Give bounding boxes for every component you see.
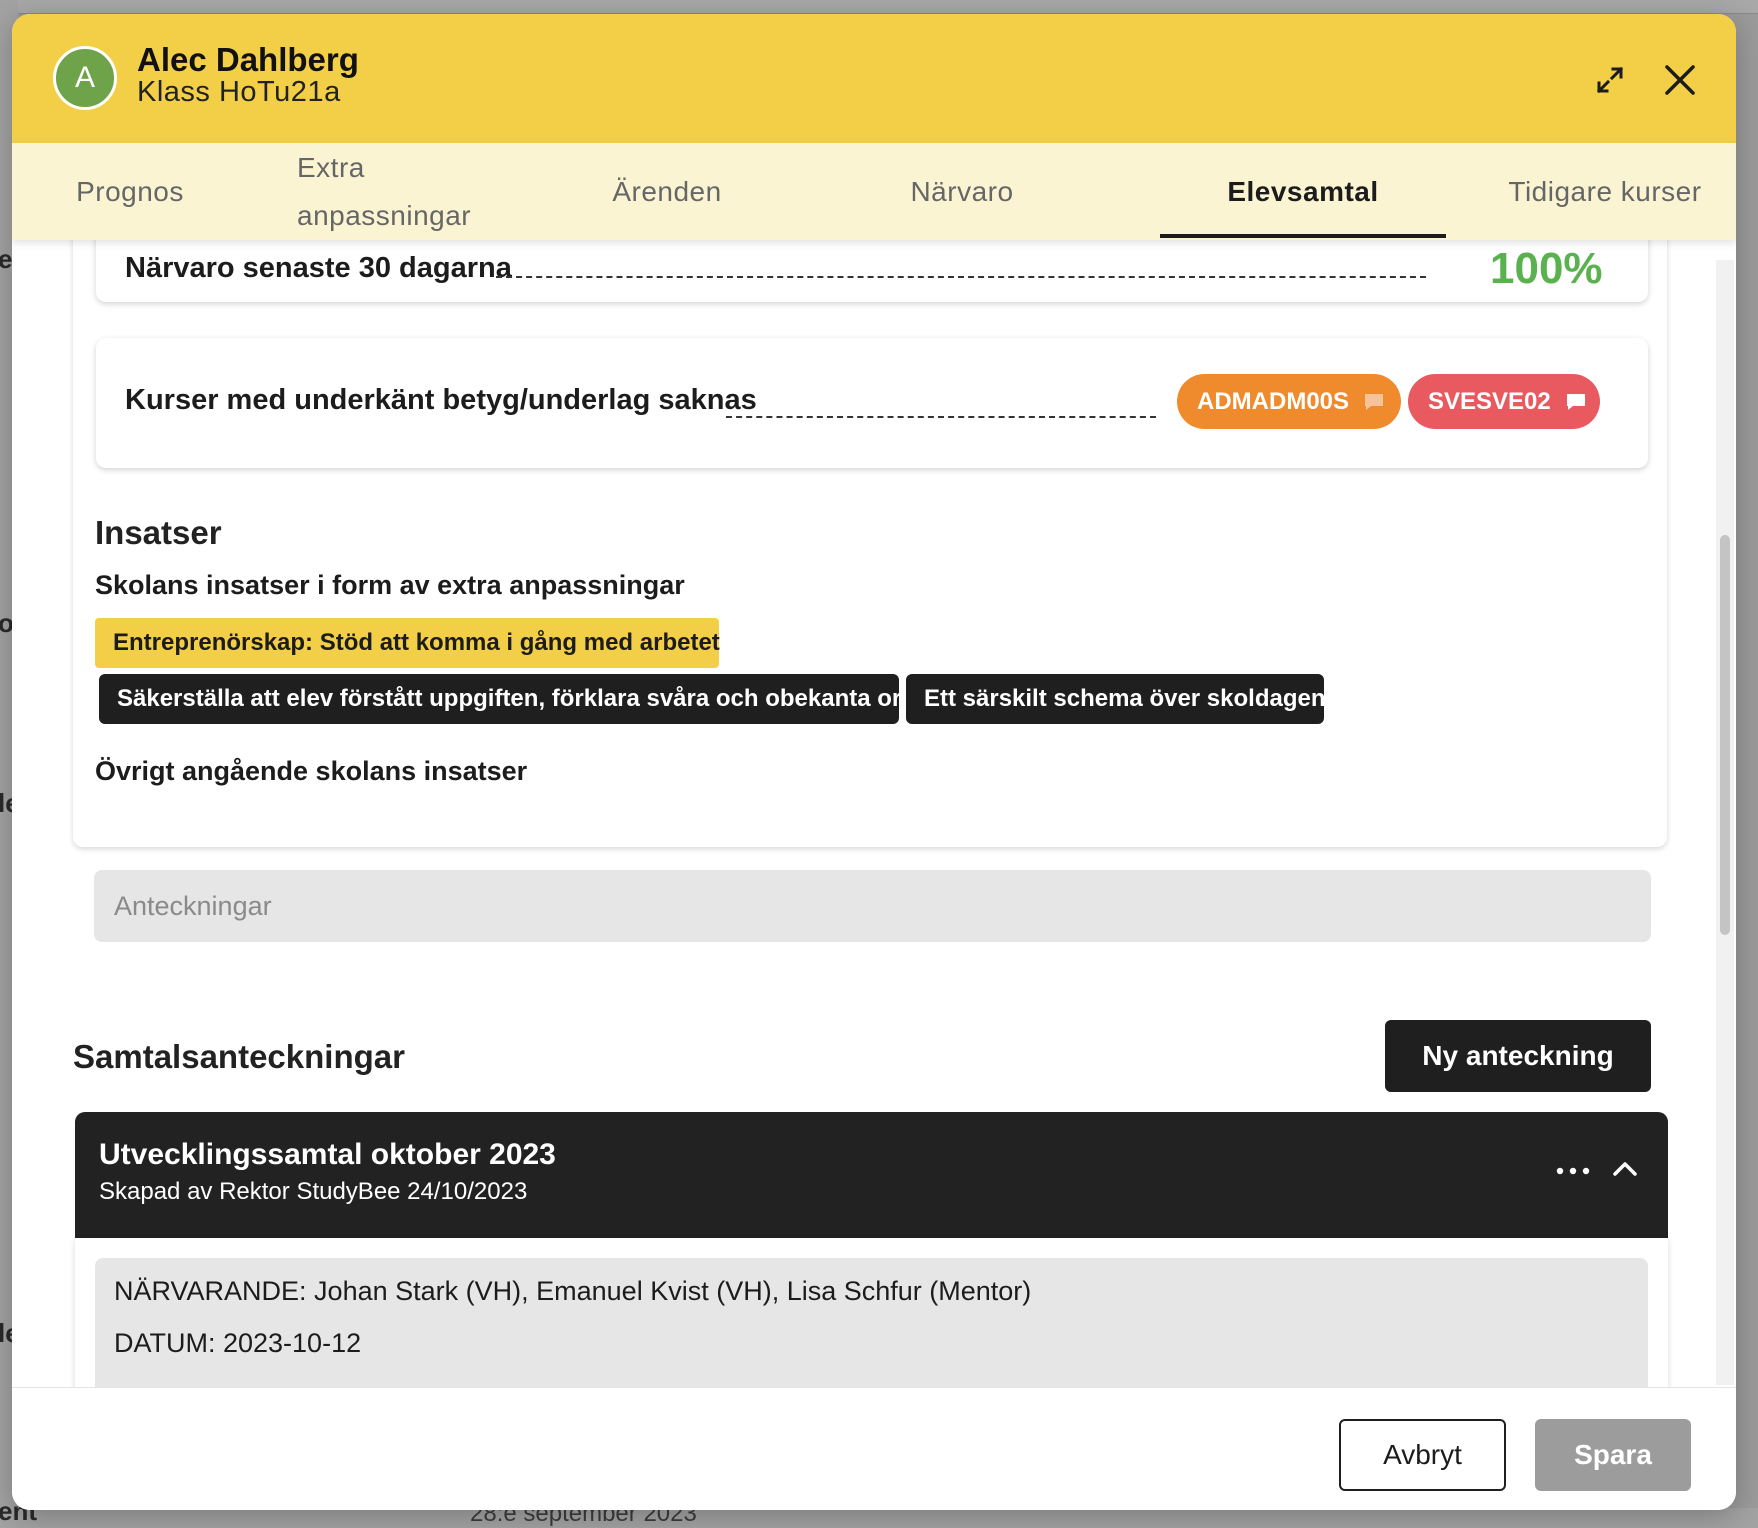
dotted-leader <box>496 276 1426 278</box>
student-modal: A Alec Dahlberg Klass HoTu21a Prognos Ex… <box>12 14 1736 1510</box>
samtalsanteckningar-heading: Samtalsanteckningar <box>73 1038 405 1075</box>
note-line-present: NÄRVARANDE: Johan Stark (VH), Emanuel Kv… <box>114 1276 1032 1306</box>
note-meta: Skapad av Rektor StudyBee 24/10/2023 <box>99 1178 528 1205</box>
course-pill-admadm00s[interactable]: ADMADM00S <box>1177 374 1401 429</box>
modal-header: A Alec Dahlberg Klass HoTu21a <box>12 14 1736 143</box>
tab-elevsamtal[interactable]: Elevsamtal <box>1160 143 1446 240</box>
modal-content[interactable]: Närvaro senaste 30 dagarna 100% Kurser m… <box>12 240 1736 1387</box>
attendance-percentage: 100% <box>1490 244 1603 293</box>
attendance-label: Närvaro senaste 30 dagarna <box>125 252 512 284</box>
note-title: Utvecklingssamtal oktober 2023 <box>99 1138 556 1171</box>
failing-courses-label: Kurser med underkänt betyg/underlag sakn… <box>125 384 757 416</box>
close-icon[interactable] <box>1660 60 1700 100</box>
scrollbar-track[interactable] <box>1716 260 1734 1385</box>
student-class: Klass HoTu21a <box>137 76 341 108</box>
note-line-date: DATUM: 2023-10-12 <box>114 1328 362 1358</box>
chevron-up-icon[interactable] <box>1607 1154 1643 1184</box>
tab-tidigare-kurser[interactable]: Tidigare kurser <box>1490 143 1720 240</box>
tab-bar: Prognos Extra anpassningar Ärenden Närva… <box>12 143 1736 240</box>
note-accordion-body: NÄRVARANDE: Johan Stark (VH), Emanuel Kv… <box>75 1238 1668 1387</box>
tab-arenden[interactable]: Ärenden <box>587 143 747 240</box>
failing-courses-card: Kurser med underkänt betyg/underlag sakn… <box>96 338 1648 468</box>
course-code: SVESVE02 <box>1428 387 1551 415</box>
save-button[interactable]: Spara <box>1535 1419 1691 1491</box>
tab-extra-anpassningar[interactable]: Extra anpassningar <box>297 143 497 240</box>
cancel-button[interactable]: Avbryt <box>1339 1419 1506 1491</box>
notes-input[interactable] <box>94 870 1651 942</box>
insats-tag: Säkerställa att elev förstått uppgiften,… <box>99 674 916 724</box>
course-code: ADMADM00S <box>1197 387 1350 415</box>
tab-prognos[interactable]: Prognos <box>60 143 200 240</box>
scrollbar-thumb[interactable] <box>1720 535 1730 935</box>
course-pill-svesve02[interactable]: SVESVE02 <box>1408 374 1600 429</box>
expand-arrows-icon[interactable] <box>1592 62 1628 98</box>
insatser-subheading: Skolans insatser i form av extra anpassn… <box>95 570 685 600</box>
insatser-heading: Insatser <box>95 514 222 551</box>
avatar: A <box>53 46 117 110</box>
dotted-leader <box>726 416 1156 418</box>
attendance-card: Närvaro senaste 30 dagarna 100% <box>96 240 1648 302</box>
tab-narvaro[interactable]: Närvaro <box>882 143 1042 240</box>
background-bottom-strip <box>0 1508 1758 1528</box>
ovrigt-label: Övrigt angående skolans insatser <box>95 756 528 786</box>
note-accordion-header[interactable]: Utvecklingssamtal oktober 2023 Skapad av… <box>75 1112 1668 1238</box>
student-name: Alec Dahlberg <box>137 41 359 78</box>
insats-tag: Entreprenörskap: Stöd att komma i gång m… <box>95 618 720 668</box>
new-note-button[interactable]: Ny anteckning <box>1385 1020 1651 1092</box>
comment-icon <box>1363 391 1385 413</box>
modal-footer: Avbryt Spara <box>12 1387 1736 1510</box>
comment-icon <box>1565 391 1587 413</box>
background-topbar <box>0 0 1758 14</box>
insats-tag: Ett särskilt schema över skoldagen <box>906 674 1326 724</box>
more-options-icon[interactable] <box>1553 1156 1593 1186</box>
note-text-area: NÄRVARANDE: Johan Stark (VH), Emanuel Kv… <box>95 1258 1648 1387</box>
active-tab-indicator <box>1160 234 1446 238</box>
